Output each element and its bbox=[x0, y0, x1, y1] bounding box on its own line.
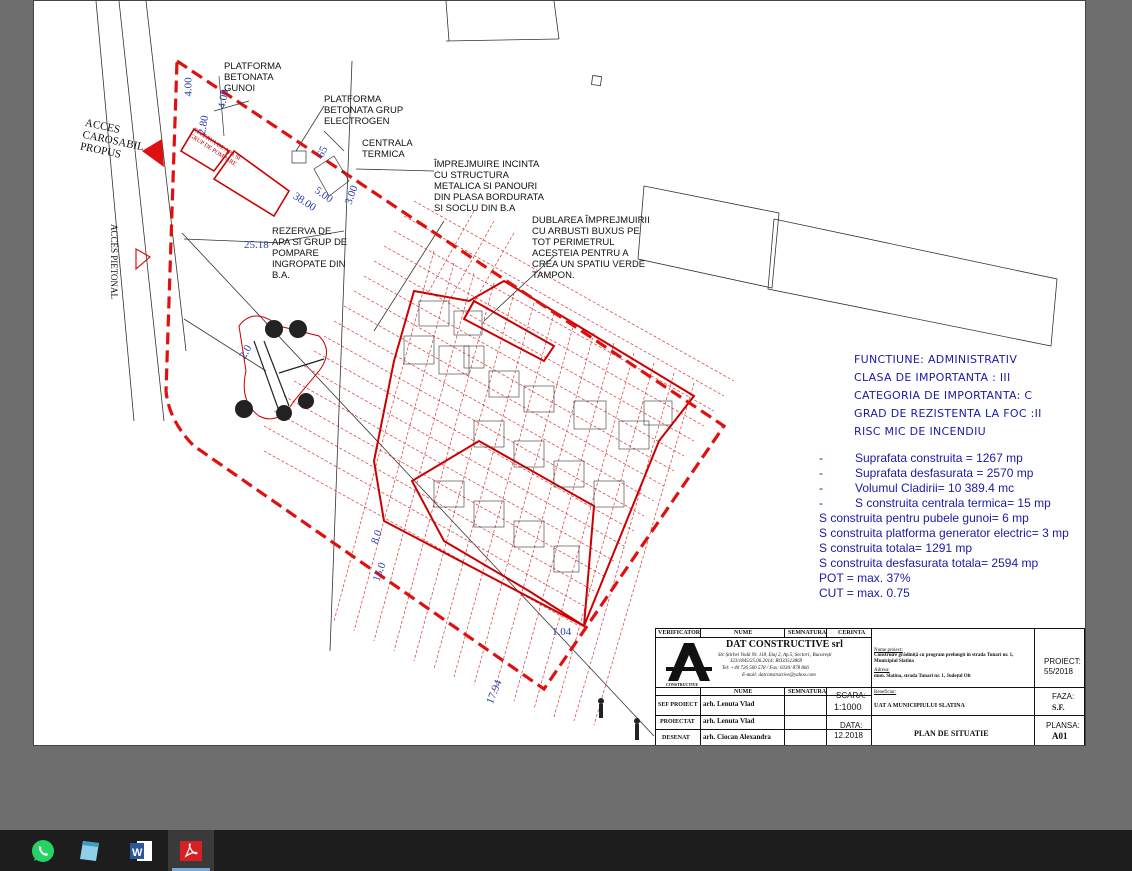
tb-nume-label: NUME bbox=[734, 630, 753, 636]
word-icon[interactable]: W bbox=[118, 830, 164, 871]
label-centrala-termica: CENTRALA TERMICA bbox=[362, 138, 413, 160]
taskbar: W bbox=[0, 830, 1132, 871]
company-reg: J23/1845/25.06.2014; RO33513869 bbox=[730, 659, 803, 664]
tb-nume2-label: NUME bbox=[734, 689, 753, 695]
notepad-icon[interactable] bbox=[67, 830, 113, 871]
tb-proiect-nr: 55/2018 bbox=[1044, 667, 1073, 676]
tb-adresa: mun. Slatina, strada Tunari nr. 1, Județ… bbox=[874, 674, 971, 679]
tb-beneficiar: UAT A MUNICIPIULUI SLATINA bbox=[874, 703, 965, 709]
company-tel: Tel: +40 726 500 578 / Fax: 0330/ 878 86… bbox=[722, 666, 809, 671]
tb-sef-proiect-label: SEF PROIECT bbox=[658, 702, 698, 708]
tb-plan-title: PLAN DE SITUATIE bbox=[914, 729, 989, 738]
tb-scara-label: SCARA: bbox=[836, 691, 866, 700]
stat-row: S construita desfasurata totala= 2594 mp bbox=[819, 556, 1039, 570]
tb-plansa-label: PLANSA: bbox=[1046, 721, 1080, 730]
stat-row: S construita totala= 1291 mp bbox=[819, 541, 973, 555]
label-imprejmuire: ÎMPREJMUIRE INCINTA CU STRUCTURA METALICA … bbox=[434, 159, 544, 214]
label-platforma-grup-electrogen: PLATFORMA BETONATA GRUP ELECTROGEN bbox=[324, 94, 404, 127]
label-acces-pietonal: ACCES PIETONAL bbox=[109, 223, 120, 300]
pdf-viewer-area: PLATFORMA BETONATA GUNOI PLATFORMA BETONATA… bbox=[0, 0, 1132, 830]
company-logo-icon bbox=[666, 643, 712, 681]
tb-scara: 1:1000 bbox=[834, 702, 862, 712]
note-risc: RISC MIC DE INCENDIU bbox=[854, 425, 986, 438]
dim-label: 25.18 bbox=[244, 239, 269, 251]
tb-semnatura2-label: SEMNATURA bbox=[788, 689, 827, 695]
stat-row: -S construita centrala termica= 15 mp bbox=[819, 496, 1051, 510]
dim-label: 1.04 bbox=[552, 626, 572, 638]
note-grad: GRAD DE REZISTENTA LA FOC :II bbox=[854, 407, 1042, 420]
tb-desenat: arh. Ciocan Alexandra bbox=[703, 733, 771, 741]
note-categoria: CATEGORIA DE IMPORTANTA: C bbox=[854, 389, 1033, 402]
tb-nume-proiect: Construire grădiniță cu program prelungi… bbox=[874, 653, 1014, 664]
tb-data: 12.2018 bbox=[834, 731, 863, 740]
tb-sef-proiect: arh. Lenuta Vlad bbox=[703, 700, 755, 708]
tb-faza: S.F. bbox=[1052, 703, 1065, 712]
tb-cerinta-label: CERINTA bbox=[838, 630, 866, 636]
svg-text:W: W bbox=[132, 847, 143, 859]
whatsapp-icon[interactable] bbox=[20, 830, 66, 871]
pdf-icon[interactable] bbox=[168, 830, 214, 871]
stat-row: - Volumul Cladirii= 10 389.4 mc bbox=[819, 481, 1015, 495]
label-platforma-gunoi: PLATFORMA BETONATA GUNOI bbox=[224, 61, 282, 94]
logo-text: CONSTRUCTIVE bbox=[666, 682, 699, 687]
note-clasa: CLASA DE IMPORTANTA : III bbox=[854, 371, 1011, 384]
stat-row: - Suprafata desfasurata = 2570 mp bbox=[819, 466, 1034, 480]
tb-proiectat-label: PROIECTAT bbox=[660, 719, 695, 725]
stat-row: CUT = max. 0.75 bbox=[819, 586, 910, 600]
title-block: VERIFICATOR NUME SEMNATURA CERINTA CONST… bbox=[655, 628, 1085, 745]
label-rezerva-apa: REZERVA DE APA SI GRUP DE POMPARE INGROPATE… bbox=[272, 226, 348, 281]
tb-data-label: DATA: bbox=[840, 721, 863, 730]
note-functiune: FUNCTIUNE: ADMINISTRATIV bbox=[854, 353, 1018, 366]
tb-faza-label: FAZA: bbox=[1052, 692, 1075, 701]
tb-plansa: A01 bbox=[1052, 731, 1068, 741]
tb-verificator-label: VERIFICATOR bbox=[658, 630, 701, 636]
classification-notes: FUNCTIUNE: ADMINISTRATIV CLASA DE IMPORT… bbox=[854, 351, 1042, 441]
stat-row: POT = max. 37% bbox=[819, 571, 911, 585]
tb-proiectat: arh. Lenuta Vlad bbox=[703, 717, 755, 725]
tb-proiect-label: PROIECT: bbox=[1044, 657, 1081, 666]
tb-desenat-label: DESENAT bbox=[662, 735, 690, 741]
dim-label: 4.00 bbox=[182, 77, 195, 97]
tb-semnatura-label: SEMNATURA bbox=[788, 630, 827, 636]
partial-app-icon[interactable] bbox=[0, 830, 16, 871]
pdf-page[interactable]: PLATFORMA BETONATA GUNOI PLATFORMA BETONATA… bbox=[33, 0, 1086, 746]
stat-row: S construita platforma generator electri… bbox=[819, 526, 1069, 540]
stat-row: - Suprafata construita = 1267 mp bbox=[819, 451, 1023, 465]
company-name: DAT CONSTRUCTIVE srl bbox=[726, 639, 843, 650]
stat-row: S construita pentru pubele gunoi= 6 mp bbox=[819, 511, 1029, 525]
company-email: E-mail: datconstructive@yahoo.com bbox=[742, 673, 816, 678]
surface-stats: - Suprafata construita = 1267 mp - Suprafa… bbox=[819, 451, 1069, 601]
tb-beneficiar-label: Beneficiar: bbox=[874, 690, 897, 695]
label-dublarea: DUBLAREA ÎMPREJMUIRII CU ARBUSTI BUXUS PE… bbox=[532, 215, 650, 281]
